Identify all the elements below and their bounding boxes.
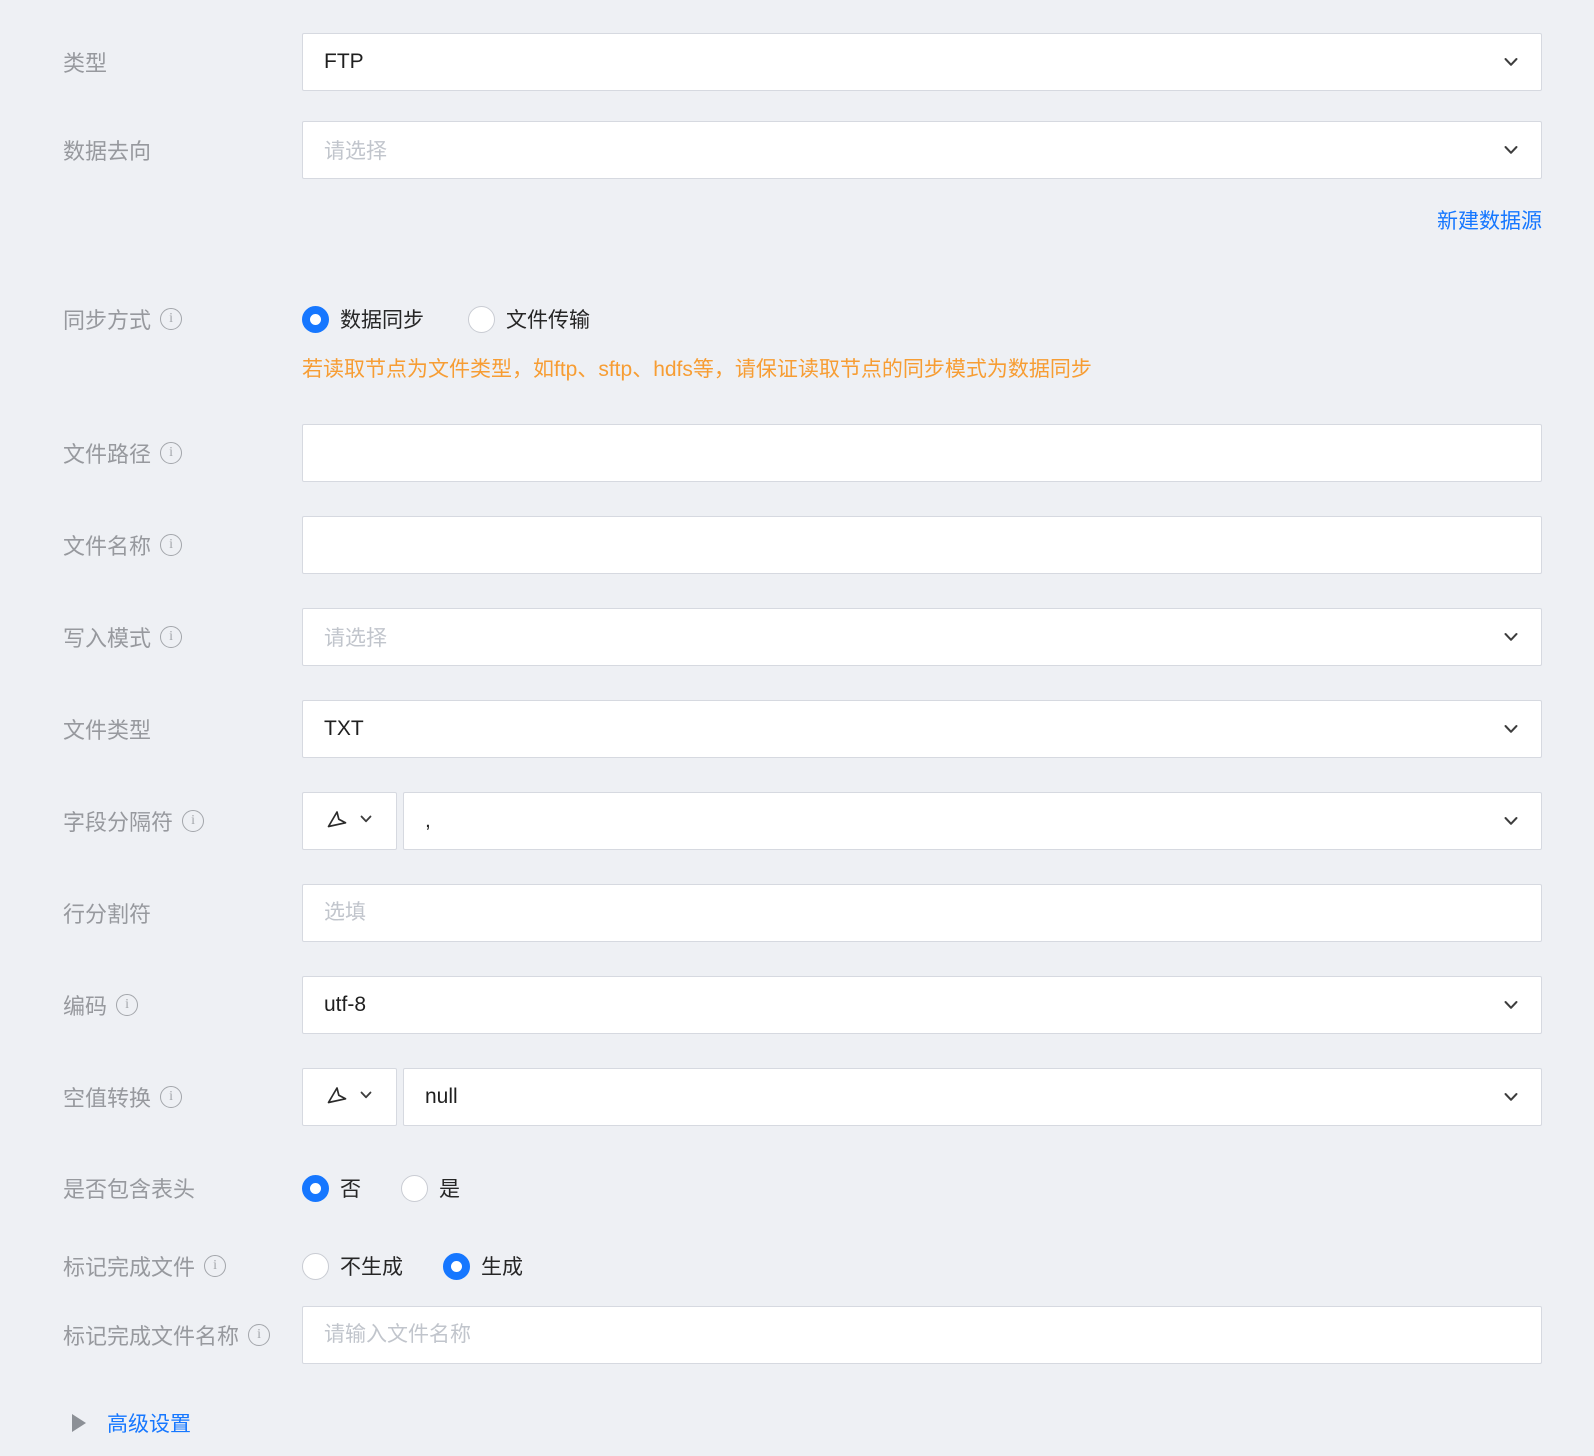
mark-done-file-label: 标记完成文件 [63, 1255, 196, 1280]
row-field-separator: 字段分隔符 i , [0, 792, 1594, 850]
line-separator-input[interactable] [302, 884, 1542, 942]
field-separator-value: , [425, 809, 431, 832]
triangle-right-icon [72, 1414, 86, 1432]
include-header-label: 是否包含表头 [63, 1177, 196, 1202]
sync-mode-warning: 若读取节点为文件类型，如ftp、sftp、hdfs等，请保证读取节点的同步模式为… [302, 358, 1092, 381]
radio-label: 生成 [481, 1256, 523, 1279]
cursor-icon [325, 807, 349, 836]
type-select[interactable]: FTP [302, 33, 1542, 91]
info-icon[interactable]: i [160, 534, 183, 556]
row-file-type: 文件类型 TXT [0, 700, 1594, 758]
radio-label: 数据同步 [340, 309, 424, 332]
radio-header-yes[interactable]: 是 [401, 1173, 460, 1203]
row-new-datasource: 新建数据源 [0, 205, 1594, 233]
encoding-select[interactable]: utf-8 [302, 976, 1542, 1034]
null-conversion-label: 空值转换 [63, 1086, 152, 1111]
advanced-settings-toggle[interactable]: 高级设置 [0, 1408, 1594, 1438]
radio-circle [401, 1174, 428, 1202]
file-name-input[interactable] [302, 516, 1542, 574]
info-icon[interactable]: i [204, 1255, 227, 1277]
include-header-radio-group: 否 是 [302, 1173, 460, 1203]
destination-select-placeholder: 请选择 [324, 140, 387, 163]
new-datasource-link[interactable]: 新建数据源 [1437, 205, 1542, 233]
encoding-select-value: utf-8 [324, 993, 367, 1016]
row-mark-done-file: 标记完成文件 i 不生成 生成 [0, 1250, 1594, 1282]
field-separator-label: 字段分隔符 [63, 810, 174, 835]
info-icon[interactable]: i [160, 626, 183, 648]
radio-file-transfer[interactable]: 文件传输 [468, 304, 590, 334]
radio-generate[interactable]: 生成 [443, 1251, 523, 1281]
chevron-down-icon [1501, 52, 1521, 72]
file-type-label: 文件类型 [63, 718, 152, 743]
row-null-conversion: 空值转换 i null [0, 1068, 1594, 1126]
chevron-down-icon [358, 811, 374, 832]
info-icon[interactable]: i [160, 308, 183, 330]
mark-done-file-name-input[interactable] [302, 1306, 1542, 1364]
destination-select[interactable]: 请选择 [302, 121, 1542, 179]
destination-label: 数据去向 [63, 139, 152, 164]
file-type-select-value: TXT [324, 717, 364, 740]
mark-done-file-name-label: 标记完成文件名称 [63, 1324, 240, 1349]
field-separator-mode-select[interactable] [302, 792, 397, 850]
info-icon[interactable]: i [182, 810, 205, 832]
radio-label: 否 [340, 1178, 361, 1201]
sync-mode-radio-group: 数据同步 文件传输 [302, 304, 590, 334]
type-select-value: FTP [324, 50, 364, 73]
radio-label: 文件传输 [506, 309, 590, 332]
radio-label: 不生成 [340, 1256, 403, 1279]
file-type-select[interactable]: TXT [302, 700, 1542, 758]
field-separator-select[interactable]: , [403, 792, 1542, 850]
file-path-label: 文件路径 [63, 442, 152, 467]
null-conversion-select[interactable]: null [403, 1068, 1542, 1126]
info-icon[interactable]: i [116, 994, 139, 1016]
null-conversion-mode-select[interactable] [302, 1068, 397, 1126]
row-type: 类型 FTP [0, 33, 1594, 91]
radio-circle [302, 1174, 329, 1202]
radio-circle [302, 305, 329, 333]
chevron-down-icon [1501, 995, 1521, 1015]
null-conversion-value: null [425, 1085, 458, 1108]
row-encoding: 编码 i utf-8 [0, 976, 1594, 1034]
sync-mode-label: 同步方式 [63, 308, 152, 333]
ftp-writer-config-form: 类型 FTP 数据去向 请选择 新建数据源 同步方式 i 数据同步 文件传输 若… [0, 0, 1594, 1456]
row-file-name: 文件名称 i [0, 516, 1594, 574]
type-label: 类型 [63, 51, 108, 76]
mark-done-file-radio-group: 不生成 生成 [302, 1251, 523, 1281]
row-file-path: 文件路径 i [0, 424, 1594, 482]
advanced-settings-label: 高级设置 [107, 1413, 191, 1436]
radio-not-generate[interactable]: 不生成 [302, 1251, 403, 1281]
cursor-icon [325, 1083, 349, 1112]
info-icon[interactable]: i [248, 1324, 271, 1346]
row-destination: 数据去向 请选择 [0, 121, 1594, 179]
write-mode-select-placeholder: 请选择 [324, 627, 387, 650]
chevron-down-icon [1501, 1087, 1521, 1107]
radio-header-no[interactable]: 否 [302, 1173, 361, 1203]
info-icon[interactable]: i [160, 1086, 183, 1108]
chevron-down-icon [358, 1087, 374, 1108]
radio-circle [443, 1252, 470, 1280]
chevron-down-icon [1501, 719, 1521, 739]
radio-circle [468, 305, 495, 333]
row-sync-mode: 同步方式 i 数据同步 文件传输 [0, 303, 1594, 335]
file-name-label: 文件名称 [63, 534, 152, 559]
row-write-mode: 写入模式 i 请选择 [0, 608, 1594, 666]
radio-label: 是 [439, 1178, 460, 1201]
line-separator-label: 行分割符 [63, 902, 152, 927]
file-path-input[interactable] [302, 424, 1542, 482]
radio-data-sync[interactable]: 数据同步 [302, 304, 424, 334]
info-icon[interactable]: i [160, 442, 183, 464]
radio-circle [302, 1252, 329, 1280]
encoding-label: 编码 [63, 994, 108, 1019]
row-mark-done-file-name: 标记完成文件名称 i [0, 1306, 1594, 1364]
chevron-down-icon [1501, 140, 1521, 160]
write-mode-select[interactable]: 请选择 [302, 608, 1542, 666]
write-mode-label: 写入模式 [63, 626, 152, 651]
chevron-down-icon [1501, 811, 1521, 831]
row-include-header: 是否包含表头 否 是 [0, 1172, 1594, 1204]
row-line-separator: 行分割符 [0, 884, 1594, 942]
chevron-down-icon [1501, 627, 1521, 647]
